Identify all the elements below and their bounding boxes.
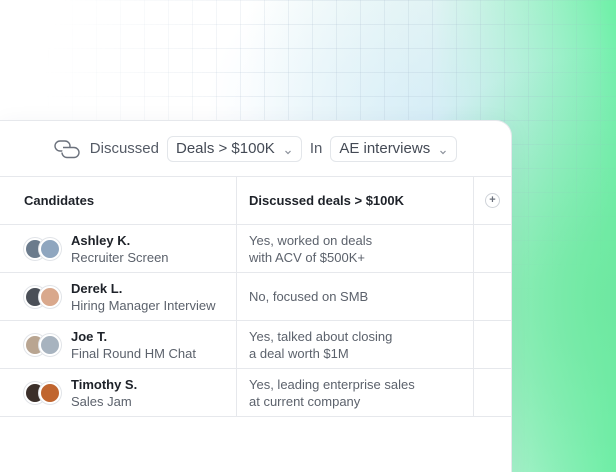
avatar xyxy=(39,333,61,356)
candidate-info: Ashley K. Recruiter Screen xyxy=(71,232,169,266)
topic-dropdown[interactable]: Deals > $100K xyxy=(166,135,302,162)
candidate-info: Derek L. Hiring Manager Interview xyxy=(71,280,216,314)
candidate-name[interactable]: Ashley K. xyxy=(71,232,169,249)
add-column-button[interactable]: + xyxy=(485,193,500,208)
candidate-cell: Derek L. Hiring Manager Interview xyxy=(0,273,237,320)
empty-cell xyxy=(474,225,511,272)
interview-stage: Final Round HM Chat xyxy=(71,345,196,361)
empty-cell xyxy=(474,321,511,368)
candidate-cell: Ashley K. Recruiter Screen xyxy=(0,225,237,272)
candidate-name[interactable]: Joe T. xyxy=(71,328,196,345)
candidate-name[interactable]: Derek L. xyxy=(71,280,216,297)
answer-cell: Yes, leading enterprise sales at current… xyxy=(237,369,474,416)
scope-dropdown-label: AE interviews xyxy=(339,140,431,157)
avatar xyxy=(39,285,61,308)
column-header-question[interactable]: Discussed deals > $100K xyxy=(237,177,474,224)
empty-cell xyxy=(474,369,511,416)
answer-cell: Yes, talked about closing a deal worth $… xyxy=(237,321,474,368)
chevron-down-icon xyxy=(283,144,293,154)
candidate-cell: Timothy S. Sales Jam xyxy=(0,369,237,416)
table-row[interactable]: Timothy S. Sales Jam Yes, leading enterp… xyxy=(0,369,511,417)
table-row[interactable]: Ashley K. Recruiter Screen Yes, worked o… xyxy=(0,225,511,273)
table-header: Candidates Discussed deals > $100K + xyxy=(0,177,511,225)
candidate-name[interactable]: Timothy S. xyxy=(71,376,137,393)
avatar-group xyxy=(24,285,62,308)
avatar xyxy=(39,237,61,260)
avatar-group xyxy=(24,237,62,260)
interview-stage: Hiring Manager Interview xyxy=(71,297,216,313)
answer-text: Yes, leading enterprise sales at current… xyxy=(249,376,415,409)
topic-dropdown-label: Deals > $100K xyxy=(175,140,275,157)
table-body: Ashley K. Recruiter Screen Yes, worked o… xyxy=(0,225,511,417)
results-card: Discussed Deals > $100K In AE interviews… xyxy=(0,120,512,472)
avatar xyxy=(39,381,61,404)
add-column-cell: + xyxy=(474,177,511,224)
scope-dropdown[interactable]: AE interviews xyxy=(330,135,458,162)
interview-stage: Sales Jam xyxy=(71,393,132,409)
chat-bubbles-icon xyxy=(54,139,80,159)
answer-text: Yes, worked on deals with ACV of $500K+ xyxy=(249,232,373,265)
avatar-group xyxy=(24,381,62,404)
column-header-candidates[interactable]: Candidates xyxy=(0,177,237,224)
candidate-info: Joe T. Final Round HM Chat xyxy=(71,328,196,362)
answer-cell: Yes, worked on deals with ACV of $500K+ xyxy=(237,225,474,272)
filter-bar: Discussed Deals > $100K In AE interviews xyxy=(0,121,511,177)
filter-in-label: In xyxy=(309,140,323,157)
chevron-down-icon xyxy=(438,144,448,154)
table-row[interactable]: Joe T. Final Round HM Chat Yes, talked a… xyxy=(0,321,511,369)
answer-text: No, focused on SMB xyxy=(249,289,369,304)
answer-cell: No, focused on SMB xyxy=(237,273,474,320)
table-row[interactable]: Derek L. Hiring Manager Interview No, fo… xyxy=(0,273,511,321)
candidate-info: Timothy S. Sales Jam xyxy=(71,376,137,410)
candidate-cell: Joe T. Final Round HM Chat xyxy=(0,321,237,368)
avatar-group xyxy=(24,333,62,356)
answer-text: Yes, talked about closing a deal worth $… xyxy=(249,328,393,361)
interview-stage: Recruiter Screen xyxy=(71,249,169,265)
filter-prefix: Discussed xyxy=(89,140,159,157)
empty-cell xyxy=(474,273,511,320)
